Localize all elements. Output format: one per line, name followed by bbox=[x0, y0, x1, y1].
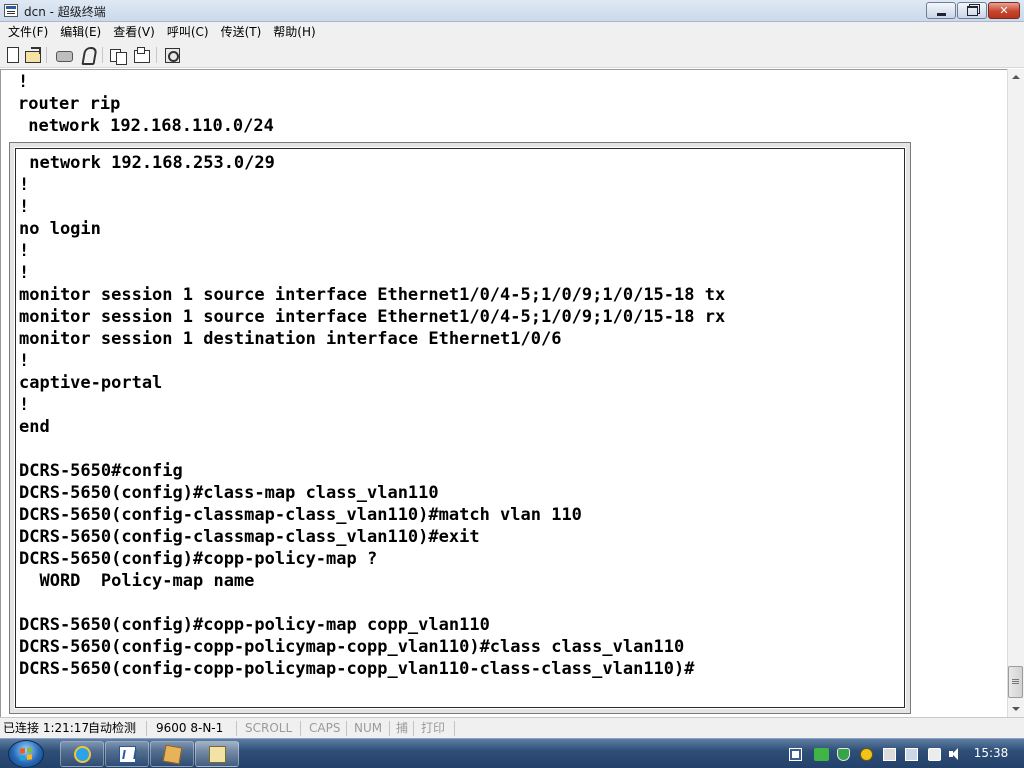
terminal-line: DCRS-5650(config-copp-policymap-copp_vla… bbox=[19, 637, 685, 657]
battery-icon[interactable] bbox=[814, 748, 829, 761]
terminal-screen[interactable]: ! router rip network 192.168.110.0/24 ne… bbox=[0, 69, 1007, 717]
status-detect: 自动检测 bbox=[88, 721, 137, 735]
taskbar-word[interactable] bbox=[105, 741, 149, 767]
terminal-line: no login bbox=[19, 219, 101, 239]
menu-bar: 文件(F) 编辑(E) 查看(V) 呼叫(C) 传送(T) 帮助(H) bbox=[0, 22, 1024, 42]
toolbar bbox=[0, 42, 1024, 68]
window-title: dcn - 超级终端 bbox=[24, 5, 106, 19]
terminal-line: ! bbox=[18, 72, 29, 92]
maximize-button[interactable] bbox=[957, 2, 987, 19]
notification-icon[interactable] bbox=[928, 748, 941, 761]
start-button[interactable] bbox=[8, 740, 44, 768]
terminal-line: DCRS-5650(config-classmap-class_vlan110)… bbox=[19, 505, 582, 525]
terminal-line: DCRS-5650(config-copp-policymap-copp_vla… bbox=[19, 659, 695, 679]
terminal-line: ! bbox=[19, 395, 30, 415]
taskbar-package[interactable] bbox=[150, 741, 194, 767]
volume-icon[interactable] bbox=[949, 748, 963, 761]
status-separator bbox=[146, 721, 147, 736]
usb-icon[interactable] bbox=[883, 748, 896, 761]
terminal-line: ! bbox=[19, 197, 30, 217]
terminal-line: monitor session 1 source interface Ether… bbox=[19, 307, 726, 327]
menu-file[interactable]: 文件(F) bbox=[2, 23, 54, 41]
security-icon[interactable] bbox=[860, 748, 873, 761]
terminal-line: end bbox=[19, 417, 50, 437]
status-separator bbox=[346, 721, 347, 736]
taskbar-internet-explorer[interactable] bbox=[60, 741, 104, 767]
terminal-panel[interactable]: network 192.168.253.0/29!! no login!! moni… bbox=[9, 142, 911, 714]
close-button[interactable]: ✕ bbox=[988, 2, 1020, 19]
network-icon[interactable] bbox=[905, 748, 918, 761]
status-separator bbox=[300, 721, 301, 736]
terminal-line: ! bbox=[19, 351, 30, 371]
hyperterminal-icon bbox=[209, 746, 226, 763]
open-folder-icon[interactable] bbox=[25, 47, 41, 63]
status-capture: 捕 bbox=[396, 721, 409, 735]
status-settings: 9600 8-N-1 bbox=[156, 721, 224, 735]
terminal-line: network 192.168.110.0/24 bbox=[18, 116, 274, 136]
menu-transfer[interactable]: 传送(T) bbox=[215, 23, 268, 41]
word-icon bbox=[119, 746, 136, 763]
status-separator bbox=[454, 721, 455, 736]
terminal-line: DCRS-5650(config)#copp-policy-map ? bbox=[19, 549, 378, 569]
terminal-line: captive-portal bbox=[19, 373, 163, 393]
toolbar-separator bbox=[102, 47, 103, 63]
status-separator bbox=[413, 721, 414, 736]
scrollbar-thumb[interactable] bbox=[1008, 666, 1023, 698]
menu-edit[interactable]: 编辑(E) bbox=[54, 23, 107, 41]
terminal-line: ! bbox=[19, 175, 30, 195]
title-bar[interactable]: dcn - 超级终端 ✕ bbox=[0, 0, 1024, 22]
status-caps: CAPS bbox=[309, 721, 341, 735]
terminal-line: ! bbox=[19, 241, 30, 261]
taskbar-hyperterminal[interactable] bbox=[195, 741, 239, 767]
menu-call[interactable]: 呼叫(C) bbox=[161, 23, 215, 41]
terminal-line: DCRS-5650(config)#copp-policy-map copp_v… bbox=[19, 615, 490, 635]
send-file-icon[interactable] bbox=[110, 47, 127, 65]
status-connection: 已连接 1:21:17 bbox=[3, 721, 90, 735]
status-bar: 已连接 1:21:17 自动检测 9600 8-N-1 SCROLL CAPS … bbox=[0, 717, 1024, 738]
menu-help[interactable]: 帮助(H) bbox=[267, 23, 321, 41]
status-print: 打印 bbox=[421, 721, 446, 735]
terminal-line: network 192.168.253.0/29 bbox=[19, 153, 275, 173]
close-icon: ✕ bbox=[999, 4, 1009, 17]
hang-up-icon[interactable] bbox=[80, 47, 96, 63]
status-separator bbox=[236, 721, 237, 736]
terminal-line: ! bbox=[19, 263, 30, 283]
scroll-down-arrow-icon[interactable] bbox=[1008, 701, 1024, 717]
internet-explorer-icon bbox=[74, 746, 91, 763]
status-num: NUM bbox=[354, 721, 383, 735]
toolbar-separator bbox=[156, 47, 157, 63]
receive-file-icon[interactable] bbox=[134, 47, 150, 63]
package-icon bbox=[162, 744, 183, 765]
vertical-scrollbar[interactable] bbox=[1007, 69, 1024, 717]
menu-view[interactable]: 查看(V) bbox=[107, 23, 161, 41]
status-separator bbox=[389, 721, 390, 736]
terminal-line: DCRS-5650(config-classmap-class_vlan110)… bbox=[19, 527, 480, 547]
terminal-line: DCRS-5650(config)#class-map class_vlan11… bbox=[19, 483, 439, 503]
taskbar: 15:38 bbox=[0, 738, 1024, 768]
action-center-icon[interactable] bbox=[789, 748, 802, 761]
taskbar-clock[interactable]: 15:38 bbox=[965, 746, 1017, 760]
status-scroll: SCROLL bbox=[245, 721, 293, 735]
terminal-line: monitor session 1 source interface Ether… bbox=[19, 285, 726, 305]
properties-icon[interactable] bbox=[164, 47, 180, 63]
terminal-line: monitor session 1 destination interface … bbox=[19, 329, 562, 349]
hyperterminal-app-icon[interactable] bbox=[4, 4, 18, 17]
phone-connect-icon[interactable] bbox=[56, 47, 73, 63]
shield-icon[interactable] bbox=[837, 748, 850, 761]
terminal-line: router rip bbox=[18, 94, 121, 114]
scroll-up-arrow-icon[interactable] bbox=[1008, 69, 1024, 85]
toolbar-separator bbox=[46, 47, 47, 63]
terminal-line: WORD Policy-map name bbox=[19, 571, 255, 591]
new-document-icon[interactable] bbox=[5, 47, 21, 63]
terminal-line: DCRS-5650#config bbox=[19, 461, 183, 481]
minimize-button[interactable] bbox=[926, 2, 956, 19]
